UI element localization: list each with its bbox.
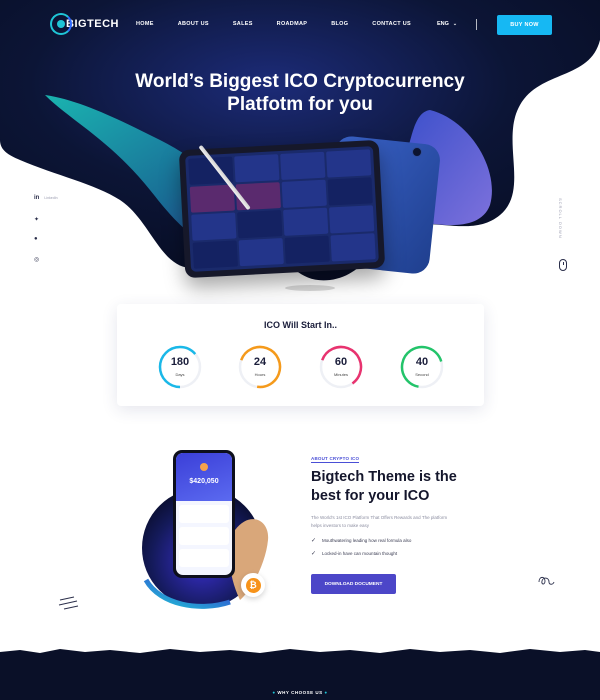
hours-value: 24: [253, 356, 267, 368]
dot-icon: ●: [272, 690, 276, 695]
days-value: 180: [170, 356, 190, 368]
about-point-text: Mouthwatering leading how real formula a…: [322, 538, 412, 543]
about-point-text: Locked-in have can mountain thought: [322, 551, 398, 556]
brand-logo[interactable]: BIGTECH: [50, 13, 119, 35]
top-navigation: BIGTECH HOME ABOUT US SALES ROADMAP BLOG…: [0, 0, 600, 50]
language-selector[interactable]: ENG ⌄: [437, 21, 457, 27]
phone-card-row: [179, 505, 229, 523]
download-document-button[interactable]: DOWNLOAD DOCUMENT: [311, 574, 396, 594]
countdown-hours: 24 Hours: [237, 344, 283, 390]
about-title: Bigtech Theme is the best for your ICO: [311, 469, 457, 504]
countdown-minutes: 60 Minutes: [318, 344, 364, 390]
seconds-value: 40: [415, 356, 429, 368]
about-description: The World's 1st ICO Platform That Offers…: [311, 515, 448, 528]
hero-title-line-2: Platfotm for you: [227, 94, 373, 115]
phone-header: $420,050: [176, 453, 232, 501]
nav-contact-us[interactable]: CONTACT US: [372, 21, 411, 27]
minutes-unit: Minutes: [333, 372, 348, 377]
nav-home[interactable]: HOME: [136, 21, 154, 27]
countdown-seconds: 40 Second: [399, 344, 445, 390]
pinterest-icon: ●: [34, 236, 38, 242]
buy-now-button[interactable]: BUY NOW: [497, 15, 552, 35]
phone-card-row: [179, 549, 229, 567]
doodle-squiggle-icon: [538, 576, 555, 585]
nav-blog[interactable]: BLOG: [331, 21, 348, 27]
nav-roadmap[interactable]: ROADMAP: [277, 21, 308, 27]
nav-sales[interactable]: SALES: [233, 21, 253, 27]
tablet-camera: [412, 147, 422, 157]
chevron-down-icon: ⌄: [452, 21, 458, 27]
countdown-card: ICO Will Start In.. 180 Days 24 Hours 60…: [117, 304, 484, 406]
dot-icon: ●: [324, 690, 328, 695]
linkedin-label: LinkedIn: [44, 196, 58, 200]
social-linkedin[interactable]: in LinkedIn: [34, 195, 58, 201]
dribbble-icon: ◎: [34, 257, 40, 263]
bitcoin-badge: ₿: [241, 573, 265, 597]
mouse-scroll-icon[interactable]: [559, 259, 567, 271]
bitcoin-icon: ₿: [245, 577, 261, 593]
tablet-shadow: [285, 285, 335, 291]
hero-title: World’s Biggest ICO Cryptocurrency Platf…: [0, 70, 600, 116]
social-dribbble[interactable]: ◎: [34, 256, 39, 263]
nav-about-us[interactable]: ABOUT US: [178, 21, 209, 27]
logo-text: BIGTECH: [66, 18, 119, 30]
countdown-days: 180 Days: [157, 344, 203, 390]
main-nav: HOME ABOUT US SALES ROADMAP BLOG CONTACT…: [136, 21, 435, 27]
check-icon: ✓: [311, 551, 317, 557]
why-choose-us-label: ● WHY CHOOSE US ●: [0, 690, 600, 695]
seconds-unit: Second: [415, 372, 429, 377]
phone-avatar: [200, 463, 208, 471]
doodle-lines-icon: [58, 596, 79, 610]
phone-balance: $420,050: [189, 478, 219, 485]
linkedin-icon: in: [34, 195, 40, 201]
about-point: ✓ Mouthwatering leading how real formula…: [311, 537, 411, 544]
phone-screen: $420,050: [176, 453, 232, 575]
phone-mockup: $420,050: [173, 450, 235, 578]
days-unit: Days: [175, 372, 185, 377]
social-pinterest[interactable]: ●: [34, 236, 38, 242]
check-icon: ✓: [311, 538, 317, 544]
why-choose-us-text: WHY CHOOSE US: [277, 690, 323, 695]
language-label: ENG: [437, 21, 449, 27]
scroll-down-label: SCROLL DOWN: [558, 198, 563, 239]
phone-card-row: [179, 527, 229, 545]
hero-title-line-1: World’s Biggest ICO Cryptocurrency: [135, 71, 465, 92]
minutes-value: 60: [334, 356, 348, 368]
hours-unit: Hours: [254, 372, 266, 377]
header-divider: [476, 19, 477, 30]
twitter-icon: ✦: [34, 217, 40, 223]
countdown-title: ICO Will Start In..: [264, 320, 337, 330]
about-point: ✓ Locked-in have can mountain thought: [311, 550, 397, 557]
logo-mark-icon: [50, 13, 72, 35]
about-tag: ABOUT CRYPTO ICO: [311, 456, 360, 463]
social-twitter[interactable]: ✦: [34, 216, 39, 223]
